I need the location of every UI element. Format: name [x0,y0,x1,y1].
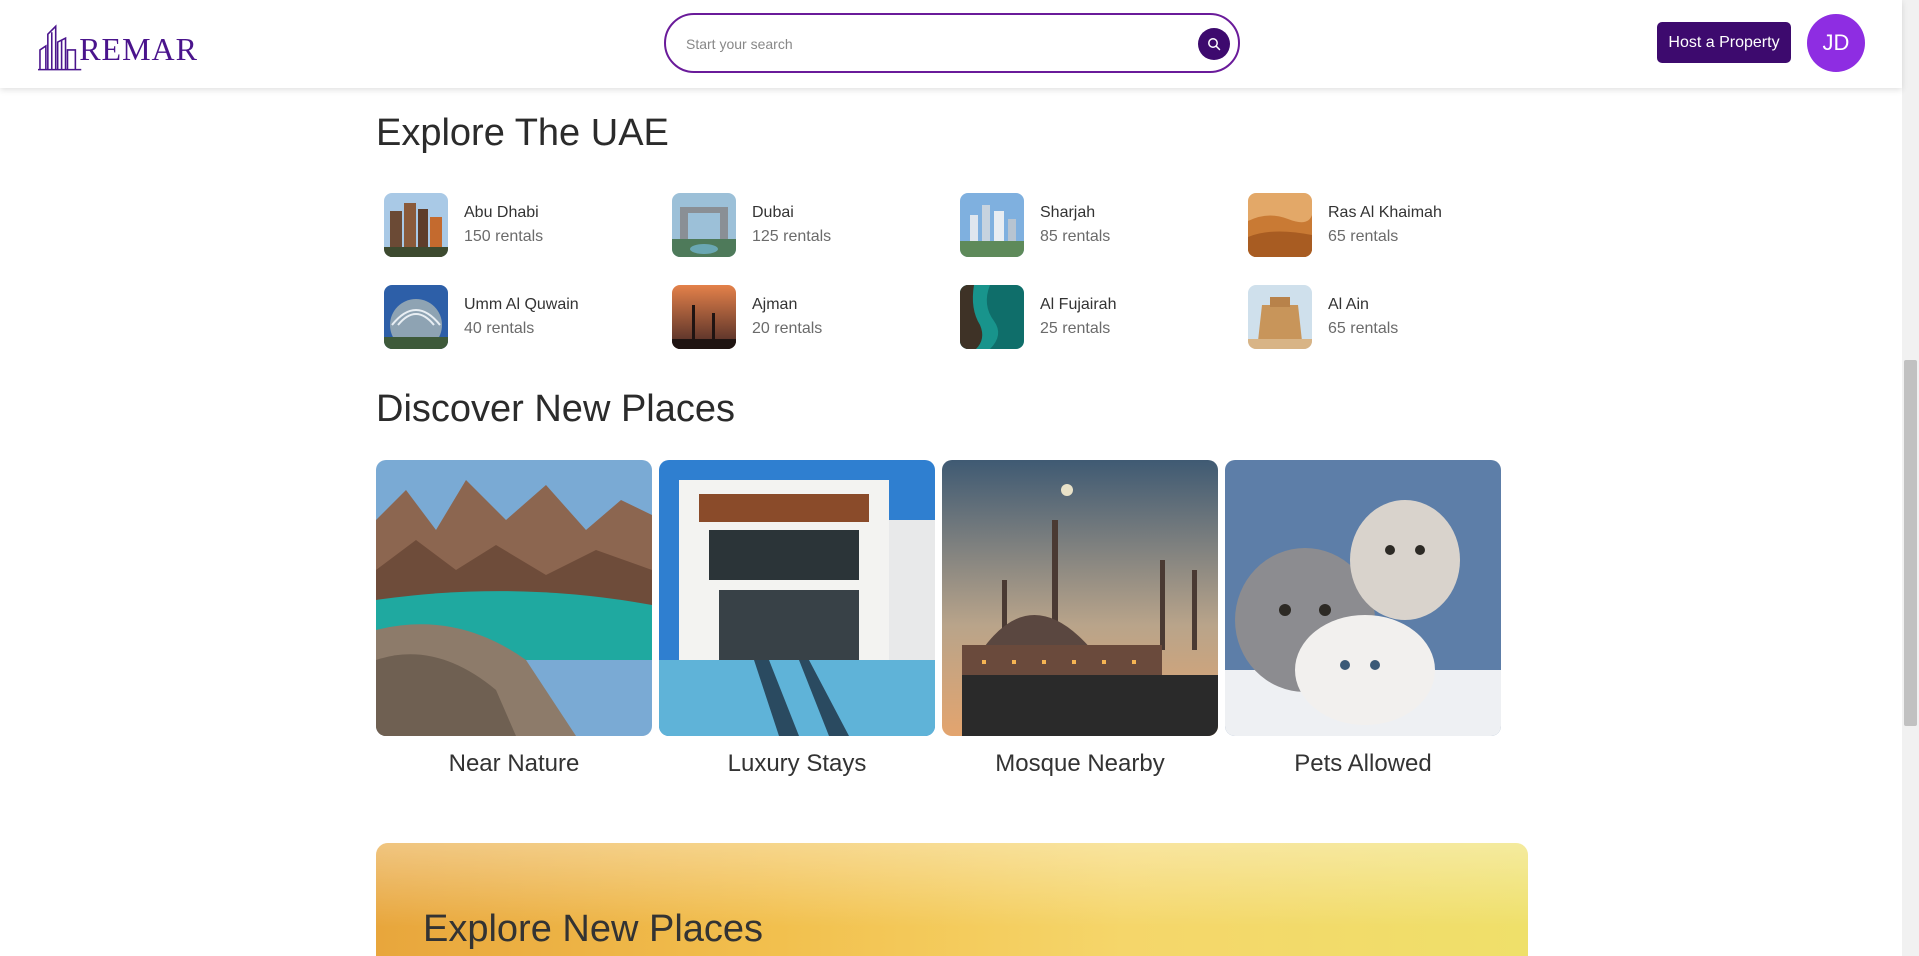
discover-title: Discover New Places [376,388,735,430]
building-logo-icon [38,24,82,71]
card-label: Near Nature [448,750,580,777]
explore-uae-title: Explore The UAE [376,112,669,154]
luxury-stays-image [659,460,935,736]
banner-title: Explore New Places [423,908,764,950]
near-nature-image [376,460,652,736]
host-property-button[interactable]: Host a Property [1657,22,1791,63]
category-card-pets-allowed[interactable]: Pets Allowed [1225,460,1501,778]
dubai-thumbnail [672,193,736,257]
category-card-luxury-stays[interactable]: Luxury Stays [659,460,935,778]
al-fujairah-thumbnail [960,285,1024,349]
search-bar[interactable] [664,13,1240,73]
ras-al-khaimah-thumbnail [1248,193,1312,257]
search-input[interactable] [686,31,1166,57]
user-avatar[interactable]: JD [1807,14,1865,72]
emirate-name: Umm Al Quwain [464,296,579,313]
emirate-item-abu-dhabi[interactable]: Abu Dhabi 150 rentals [384,193,644,257]
category-card-mosque-nearby[interactable]: Mosque Nearby [942,460,1218,778]
card-label: Luxury Stays [727,750,867,777]
remar-logo[interactable]: REMAR [38,16,198,72]
emirate-rental-count: 25 rentals [1040,320,1111,337]
ajman-thumbnail [672,285,736,349]
emirate-item-al-ain[interactable]: Al Ain 65 rentals [1248,285,1508,349]
emirate-item-sharjah[interactable]: Sharjah 85 rentals [960,193,1220,257]
al-ain-thumbnail [1248,285,1312,349]
scrollbar-thumb[interactable] [1904,360,1917,726]
card-label: Pets Allowed [1294,750,1432,777]
logo-text: REMAR [79,31,198,67]
page-scrollbar[interactable] [1902,0,1919,956]
search-button[interactable] [1198,28,1230,60]
emirate-item-ras-al-khaimah[interactable]: Ras Al Khaimah 65 rentals [1248,193,1508,257]
search-icon [1208,38,1221,51]
emirate-rental-count: 85 rentals [1040,228,1111,245]
top-header: REMAR Host a Property JD [0,0,1902,88]
emirate-item-al-fujairah[interactable]: Al Fujairah 25 rentals [960,285,1220,349]
sharjah-thumbnail [960,193,1024,257]
emirate-item-umm-al-quwain[interactable]: Umm Al Quwain 40 rentals [384,285,644,349]
emirate-name: Ras Al Khaimah [1328,204,1442,221]
emirate-rental-count: 150 rentals [464,228,544,245]
pets-allowed-image [1225,460,1501,736]
emirate-rental-count: 20 rentals [752,320,823,337]
emirate-rental-count: 65 rentals [1328,228,1399,245]
emirate-name: Al Ain [1328,296,1369,313]
emirate-name: Dubai [752,204,794,221]
category-card-near-nature[interactable]: Near Nature [376,460,652,778]
emirate-name: Ajman [752,296,798,313]
explore-new-places-banner[interactable]: Explore New Places [376,843,1528,956]
emirate-name: Sharjah [1040,204,1096,221]
emirate-rental-count: 65 rentals [1328,320,1399,337]
abu-dhabi-thumbnail [384,193,448,257]
emirate-item-dubai[interactable]: Dubai 125 rentals [672,193,932,257]
emirate-rental-count: 125 rentals [752,228,832,245]
mosque-nearby-image [942,460,1218,736]
card-label: Mosque Nearby [995,750,1165,777]
emirate-name: Al Fujairah [1040,296,1117,313]
emirate-item-ajman[interactable]: Ajman 20 rentals [672,285,932,349]
emirate-rental-count: 40 rentals [464,320,535,337]
emirate-name: Abu Dhabi [464,204,539,221]
umm-al-quwain-thumbnail [384,285,448,349]
